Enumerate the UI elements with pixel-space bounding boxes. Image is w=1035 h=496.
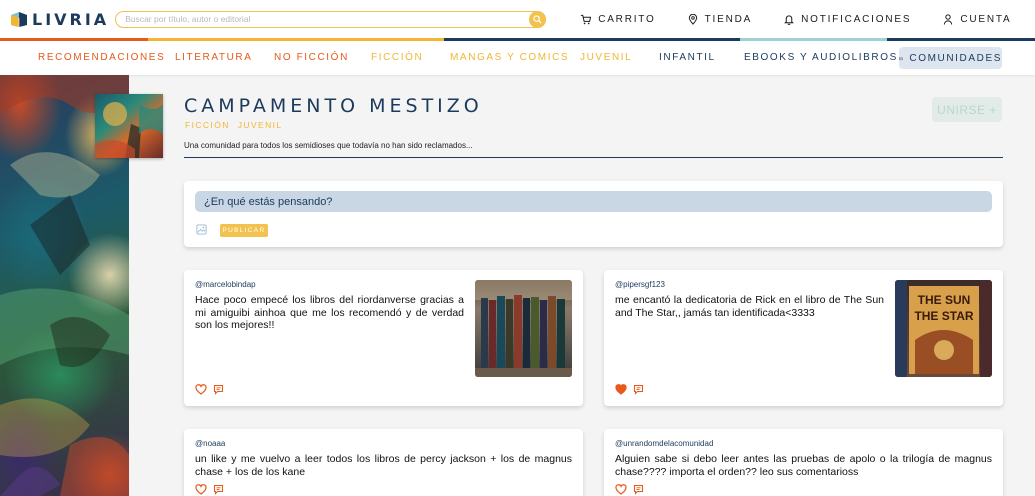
nav-notifications[interactable]: NOTIFICACIONES xyxy=(784,14,911,25)
community-tags: FICCIÓN JUVENIL xyxy=(185,120,291,130)
cover-title-line2: THE STAR xyxy=(914,309,973,323)
category-bar: RECOMENDACIONES LITERATURA NO FICCIÓN FI… xyxy=(0,41,1035,75)
category-juvenil[interactable]: JUVENIL xyxy=(580,52,632,63)
search-bar xyxy=(115,10,547,28)
post-actions xyxy=(615,484,650,495)
category-recomendaciones[interactable]: RECOMENDACIONES xyxy=(38,52,165,63)
user-icon xyxy=(944,13,953,25)
community-tag[interactable]: JUVENIL xyxy=(238,120,283,130)
post-username[interactable]: @pipersgf123 xyxy=(615,280,665,289)
post-input[interactable] xyxy=(195,191,992,212)
post-actions xyxy=(195,384,230,395)
search-input[interactable] xyxy=(125,11,546,27)
cart-icon xyxy=(581,14,592,24)
header-divider xyxy=(184,157,1003,158)
image-upload-icon[interactable] xyxy=(196,224,207,235)
nav-account-label: CUENTA xyxy=(960,13,1012,25)
post-image[interactable]: THE SUN THE STAR xyxy=(895,280,992,377)
community-title: CAMPAMENTO MESTIZO xyxy=(184,95,483,117)
nav-store-label: TIENDA xyxy=(704,13,753,25)
publish-button[interactable]: PUBLICAR xyxy=(220,224,268,237)
post-text: Hace poco empecé los libros del riordanv… xyxy=(195,294,464,331)
post-actions xyxy=(615,384,650,395)
post-username[interactable]: @unrandomdelacomunidad xyxy=(615,439,713,448)
top-bar: LIVRIA CARRITO TIENDA xyxy=(0,0,1035,38)
comment-icon[interactable] xyxy=(633,384,644,395)
search-button[interactable] xyxy=(529,10,547,28)
community-description: Una comunidad para todos los semidioses … xyxy=(184,141,473,150)
heart-icon[interactable] xyxy=(195,484,207,495)
heart-filled-icon[interactable] xyxy=(615,384,627,395)
post-card: @pipersgf123 me encantó la dedicatoria d… xyxy=(604,270,1003,406)
cover-title-line1: THE SUN xyxy=(918,293,971,307)
book-stack-photo xyxy=(475,280,572,377)
book-logo-icon xyxy=(11,12,27,27)
comment-icon[interactable] xyxy=(213,484,224,495)
category-comunidades[interactable]: COMUNIDADES xyxy=(899,47,1002,69)
post-actions xyxy=(195,484,230,495)
search-icon xyxy=(533,14,542,24)
category-literatura[interactable]: LITERATURA xyxy=(175,52,253,63)
post-username[interactable]: @noaaa xyxy=(195,439,225,448)
category-ficcion[interactable]: FICCIÓN xyxy=(371,52,423,63)
comment-icon[interactable] xyxy=(633,484,644,495)
category-no-ficcion[interactable]: NO FICCIÓN xyxy=(274,52,349,63)
post-text: Alguien sabe si debo leer antes las prue… xyxy=(615,453,992,478)
community-cover-image xyxy=(95,94,163,158)
nav-cart[interactable]: CARRITO xyxy=(580,14,655,25)
nav-cart-label: CARRITO xyxy=(598,13,656,25)
crown-icon xyxy=(899,56,904,60)
community-tag[interactable]: FICCIÓN xyxy=(185,120,230,130)
join-button[interactable]: UNIRSE + xyxy=(932,97,1002,122)
post-card: @noaaa un like y me vuelvo a leer todos … xyxy=(184,429,583,496)
post-image[interactable] xyxy=(475,280,572,377)
nav-store[interactable]: TIENDA xyxy=(688,13,753,25)
nav-account[interactable]: CUENTA xyxy=(943,14,1011,25)
post-username[interactable]: @marcelobindap xyxy=(195,280,256,289)
header-nav: CARRITO TIENDA NOTIFICACIONES CUENTA ENE xyxy=(580,13,1035,25)
brand-name: LIVRIA xyxy=(32,9,110,29)
location-pin-icon xyxy=(688,13,697,25)
post-card: @marcelobindap Hace poco empecé los libr… xyxy=(184,270,583,406)
category-infantil[interactable]: INFANTIL xyxy=(659,52,716,63)
category-mangas-y-comics[interactable]: MANGAS Y COMICS xyxy=(450,52,569,63)
heart-icon[interactable] xyxy=(195,384,207,395)
nav-notifications-label: NOTIFICACIONES xyxy=(801,13,912,25)
post-composer: PUBLICAR xyxy=(184,181,1003,247)
post-card: @unrandomdelacomunidad Alguien sabe si d… xyxy=(604,429,1003,496)
bell-icon xyxy=(784,14,794,25)
cover-artwork xyxy=(95,102,163,158)
book-cover-photo: THE SUN THE STAR xyxy=(895,280,992,377)
post-text: un like y me vuelvo a leer todos los lib… xyxy=(195,453,572,478)
brand-logo[interactable]: LIVRIA xyxy=(10,10,109,29)
comment-icon[interactable] xyxy=(213,384,224,395)
heart-icon[interactable] xyxy=(615,484,627,495)
category-comunidades-label: COMUNIDADES xyxy=(909,52,1002,64)
post-text: me encantó la dedicatoria de Rick en el … xyxy=(615,294,884,319)
category-ebooks-y-audiolibros[interactable]: EBOOKS Y AUDIOLIBROS xyxy=(744,52,898,63)
